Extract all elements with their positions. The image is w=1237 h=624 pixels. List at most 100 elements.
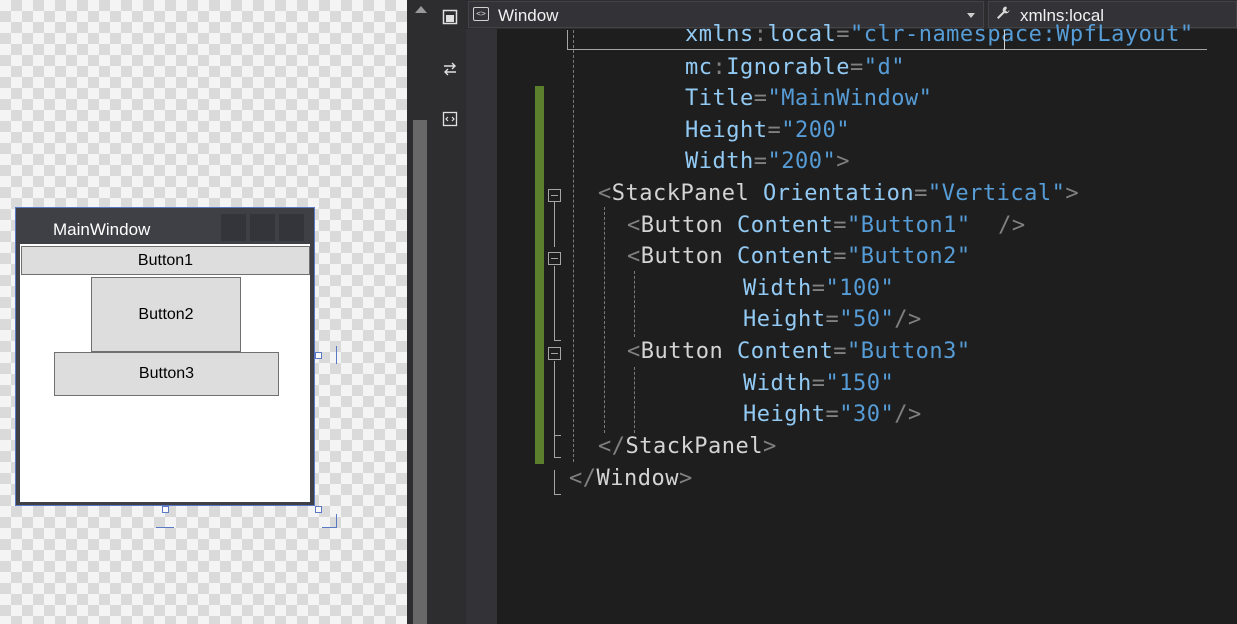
wpf-titlebar: MainWindow [16,208,314,244]
tag-open: </ [598,434,626,459]
code-line-button2-height[interactable]: Height="50"/> [743,304,922,336]
ns-prefix: xmlns [685,22,754,47]
wpf-client-area: Button1 Button2 Button3 [20,244,310,502]
resize-handle-bottom[interactable] [162,506,169,513]
wpf-window-preview[interactable]: MainWindow Button1 Button2 Button3 [15,207,315,506]
attribute-value: "50" [839,307,895,332]
attribute-value: "30" [839,402,895,427]
xaml-pane-icon[interactable] [441,110,459,128]
attribute-name: Content [736,244,834,269]
tag-open: < [627,213,641,238]
adorner-guide [156,527,174,528]
structure-guide [573,30,574,462]
code-line-mc-ignorable[interactable]: mc:Ignorable="d" [685,52,905,84]
outline-line [567,30,568,50]
equals: = [833,339,847,364]
element-name: Button [640,339,724,364]
equals: = [811,371,826,396]
collapse-button3-icon[interactable] [548,347,561,360]
attribute-value: "150" [825,371,895,396]
equals: = [836,22,850,47]
designer-pane-icon[interactable] [441,8,459,26]
button2-preview[interactable]: Button2 [91,277,241,352]
ns-prefix: mc [685,55,713,80]
adorner-guide [336,514,337,528]
resize-handle-right[interactable] [315,352,322,359]
attribute-name: Title [685,86,754,111]
attribute-value: "clr-namespace:WpfLayout" [849,22,1194,47]
attribute-value: "d" [863,55,905,80]
text-caret [1004,30,1005,50]
pane-toolbar [434,0,466,624]
designer-surface[interactable]: MainWindow Button1 Button2 Button3 [0,0,407,624]
collapse-stackpanel-icon[interactable] [548,189,561,202]
attribute-name: Height [685,118,768,143]
code-line-stackpanel-open[interactable]: <StackPanel Orientation="Vertical"> [598,178,1079,210]
code-line-button2-width[interactable]: Width="100" [743,273,894,305]
attribute-value: "200" [767,149,837,174]
code-line-button3[interactable]: <Button Content="Button3" [627,336,971,368]
equals: = [811,276,826,301]
maximize-button [250,214,275,241]
element-name: Button [640,244,724,269]
attribute-value: "100" [825,276,895,301]
tag-open: < [627,339,641,364]
equals: = [833,213,847,238]
code-line-xmlns-local[interactable]: xmlns:local="clr-namespace:WpfLayout" [685,19,1194,51]
element-name: StackPanel [625,434,763,459]
tag-open: < [598,181,612,206]
code-line-window-close[interactable]: </Window> [569,463,693,495]
chevron-down-icon [967,13,975,18]
attribute-name: Ignorable [726,55,850,80]
code-line-button3-width[interactable]: Width="150" [743,368,894,400]
button3-preview[interactable]: Button3 [54,352,279,396]
code-line-title[interactable]: Title="MainWindow" [685,83,932,115]
element-name: Button [640,213,724,238]
ns-separator: : [712,55,727,80]
outline-line [554,435,561,436]
code-line-button3-height[interactable]: Height="30"/> [743,399,922,431]
scroll-up-arrow-icon[interactable] [415,6,427,13]
equals: = [849,55,864,80]
attribute-name: Width [743,276,812,301]
swap-panes-icon[interactable] [441,60,459,78]
wpf-window-title: MainWindow [53,220,151,239]
tag-close: > [762,434,777,459]
equals: = [825,402,840,427]
attribute-name: Orientation [762,181,915,206]
attribute-name: local [767,22,837,47]
scrollbar-thumb[interactable] [413,120,427,624]
tag-open: < [627,244,641,269]
minimize-button [221,214,246,241]
element-name: Window [596,466,679,491]
attribute-name: Content [736,213,834,238]
code-line-button2[interactable]: <Button Content="Button2" [627,241,971,273]
attribute-name: Content [736,339,834,364]
xaml-element-icon: <> [473,7,489,21]
attribute-name: Height [743,402,826,427]
outline-line [554,470,555,495]
adorner-guide [322,527,337,528]
equals: = [914,181,928,206]
outline-line [554,202,555,247]
designer-scrollbar[interactable] [407,0,434,624]
attribute-name: Height [743,307,826,332]
outline-line [554,361,555,436]
collapse-button2-icon[interactable] [548,252,561,265]
tag-open: </ [569,466,597,491]
outline-line [554,340,561,341]
ns-separator: : [753,22,768,47]
code-line-width[interactable]: Width="200"> [685,146,850,178]
equals: = [825,307,840,332]
code-line-height[interactable]: Height="200" [685,115,850,147]
attribute-value: "Button1" [846,213,971,238]
code-line-stackpanel-close[interactable]: </StackPanel> [598,431,777,463]
attribute-name: Width [685,149,754,174]
attribute-value: "Button3" [846,339,971,364]
button1-preview[interactable]: Button1 [21,246,310,275]
tag-close: /> [894,307,922,332]
attribute-value: "MainWindow" [767,86,933,111]
code-line-button1[interactable]: <Button Content="Button1" /> [627,210,1026,242]
resize-handle-corner[interactable] [315,506,322,513]
attribute-value: "Button2" [846,244,971,269]
